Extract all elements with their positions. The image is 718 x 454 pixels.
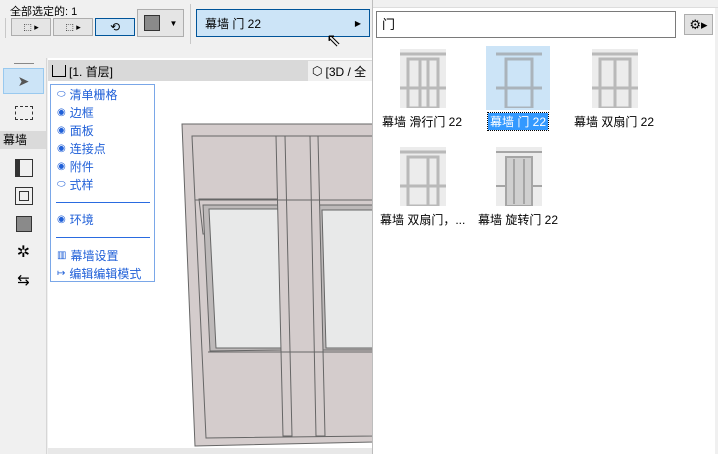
tab-floor-label: [1. 首层] <box>69 64 114 79</box>
divider <box>190 4 191 44</box>
double-door-thumb <box>592 49 638 108</box>
menu-item-junctions[interactable]: ◉ 连接点 <box>57 140 106 157</box>
tab-floor-plan[interactable]: [1. 首层] <box>52 62 113 80</box>
eye-icon: ◉ <box>57 161 66 172</box>
arrow-tool[interactable]: ➤ <box>3 68 44 94</box>
accessory-icon: ⇆ <box>17 272 30 289</box>
favorite-item-label: 幕墙 门 22 <box>486 112 550 131</box>
marquee-icon <box>14 106 33 120</box>
sliding-door-thumb <box>400 49 446 108</box>
tab-3d-label: [3D / 全 <box>325 64 367 79</box>
menu-item-schema-grid[interactable]: ⬭ 清单栅格 <box>57 86 118 103</box>
marquee-rect-button[interactable]: ⬚ ▸ <box>53 18 93 36</box>
eye-closed-icon: ⬭ <box>57 89 66 100</box>
menu-item-accessories[interactable]: ◉ 附件 <box>57 158 94 175</box>
menu-divider <box>56 202 150 203</box>
menu-item-label: 连接点 <box>69 142 106 156</box>
frame-icon <box>14 187 33 205</box>
menu-item-label: 编辑编辑模式 <box>69 267 142 281</box>
poly-marquee-icon: ⬚ ▸ <box>23 21 39 32</box>
favorite-item-label: 幕墙 双扇门，... <box>380 213 466 227</box>
exit-edit-icon: ↦ <box>57 268 66 279</box>
magic-wand-button[interactable]: ⟲ <box>95 18 135 36</box>
cube-icon: ⬡ <box>312 64 323 78</box>
selection-count: 全部选定的: 1 <box>10 6 78 18</box>
gear-icon: ⚙▸ <box>689 16 708 32</box>
grip-handle[interactable] <box>14 63 34 64</box>
eye-icon: ◉ <box>57 143 66 154</box>
menu-item-curtain-wall-settings[interactable]: ▥ 幕墙设置 <box>57 247 118 264</box>
favorites-panel: 门 ⚙▸ 幕墙 滑行门 22 幕墙 门 22 幕墙 双扇门 22 幕墙 双扇门，… <box>372 0 718 454</box>
floor-plan-icon <box>52 65 66 77</box>
toolbox: ➤ 幕墙 ✲ ⇆ <box>0 58 47 454</box>
eye-icon: ◉ <box>57 125 66 136</box>
menu-item-label: 幕墙设置 <box>70 249 119 263</box>
cursor-icon: ⇖ <box>326 30 342 50</box>
curtain-wall-section-label: 幕墙 <box>0 131 46 149</box>
rect-marquee-icon: ⬚ ▸ <box>65 21 81 32</box>
eye-icon: ◉ <box>57 107 66 118</box>
tab-3d[interactable]: ⬡ [3D / 全 <box>308 61 374 81</box>
junction-tool[interactable]: ✲ <box>3 239 44 265</box>
junction-icon: ✲ <box>16 244 31 261</box>
favorite-selector[interactable]: 幕墙 门 22 ▶ <box>196 9 370 37</box>
eye-closed-icon: ⬭ <box>57 179 66 190</box>
menu-item-label: 附件 <box>69 160 94 174</box>
curtain-wall-settings-icon: ▥ <box>57 250 67 261</box>
menu-item-environment[interactable]: ◉ 环境 <box>57 211 94 228</box>
door-thumb <box>496 52 542 108</box>
accessory-tool[interactable]: ⇆ <box>3 267 44 293</box>
favorites-options-button[interactable]: ⚙▸ <box>684 14 713 35</box>
revolving-door-thumb <box>496 147 542 206</box>
menu-item-label: 式样 <box>69 178 94 192</box>
marquee-poly-button[interactable]: ⬚ ▸ <box>11 18 51 36</box>
panel-tool[interactable] <box>3 211 44 237</box>
menu-item-label: 边框 <box>69 106 94 120</box>
menu-item-exit-edit-mode[interactable]: ↦ 编辑编辑模式 <box>57 265 141 282</box>
divider <box>5 18 6 38</box>
favorite-label: 幕墙 门 22 <box>205 16 262 31</box>
frame-tool[interactable] <box>3 183 44 209</box>
double-door-unequal-thumb <box>400 147 446 206</box>
horizontal-scrollbar[interactable] <box>48 448 374 454</box>
menu-item-frames[interactable]: ◉ 边框 <box>57 104 94 121</box>
menu-divider <box>56 237 150 238</box>
panel-icon <box>15 216 32 232</box>
favorite-item-label: 幕墙 滑行门 22 <box>382 115 463 129</box>
panel-header <box>373 0 718 8</box>
menu-item-label: 面板 <box>69 124 94 138</box>
fill-picker-button[interactable]: ▼ <box>137 9 184 37</box>
magnet-icon: ⟲ <box>109 20 121 34</box>
arrow-icon: ➤ <box>17 72 30 89</box>
eye-icon: ◉ <box>57 214 66 225</box>
chevron-down-icon: ▼ <box>169 18 178 28</box>
scheme-grid-tool[interactable] <box>3 155 44 181</box>
fill-square-icon <box>143 15 160 31</box>
menu-item-label: 清单栅格 <box>69 88 118 102</box>
favorites-search-input[interactable]: 门 <box>376 11 676 38</box>
favorite-item-label: 幕墙 双扇门 22 <box>574 115 655 129</box>
menu-item-label: 环境 <box>69 213 94 227</box>
curtain-wall-context-menu: ⬭ 清单栅格 ◉ 边框 ◉ 面板 ◉ 连接点 ◉ 附件 ⬭ 式样 ◉ 环境 ▥ 幕墙设置 ↦ 编辑… <box>50 84 155 282</box>
menu-item-pattern[interactable]: ⬭ 式样 <box>57 176 94 193</box>
favorite-item-label: 幕墙 旋转门 22 <box>478 213 559 227</box>
grid-icon <box>14 159 33 177</box>
chevron-right-icon: ▶ <box>354 18 361 28</box>
menu-item-panels[interactable]: ◉ 面板 <box>57 122 94 139</box>
marquee-tool[interactable] <box>3 100 44 126</box>
